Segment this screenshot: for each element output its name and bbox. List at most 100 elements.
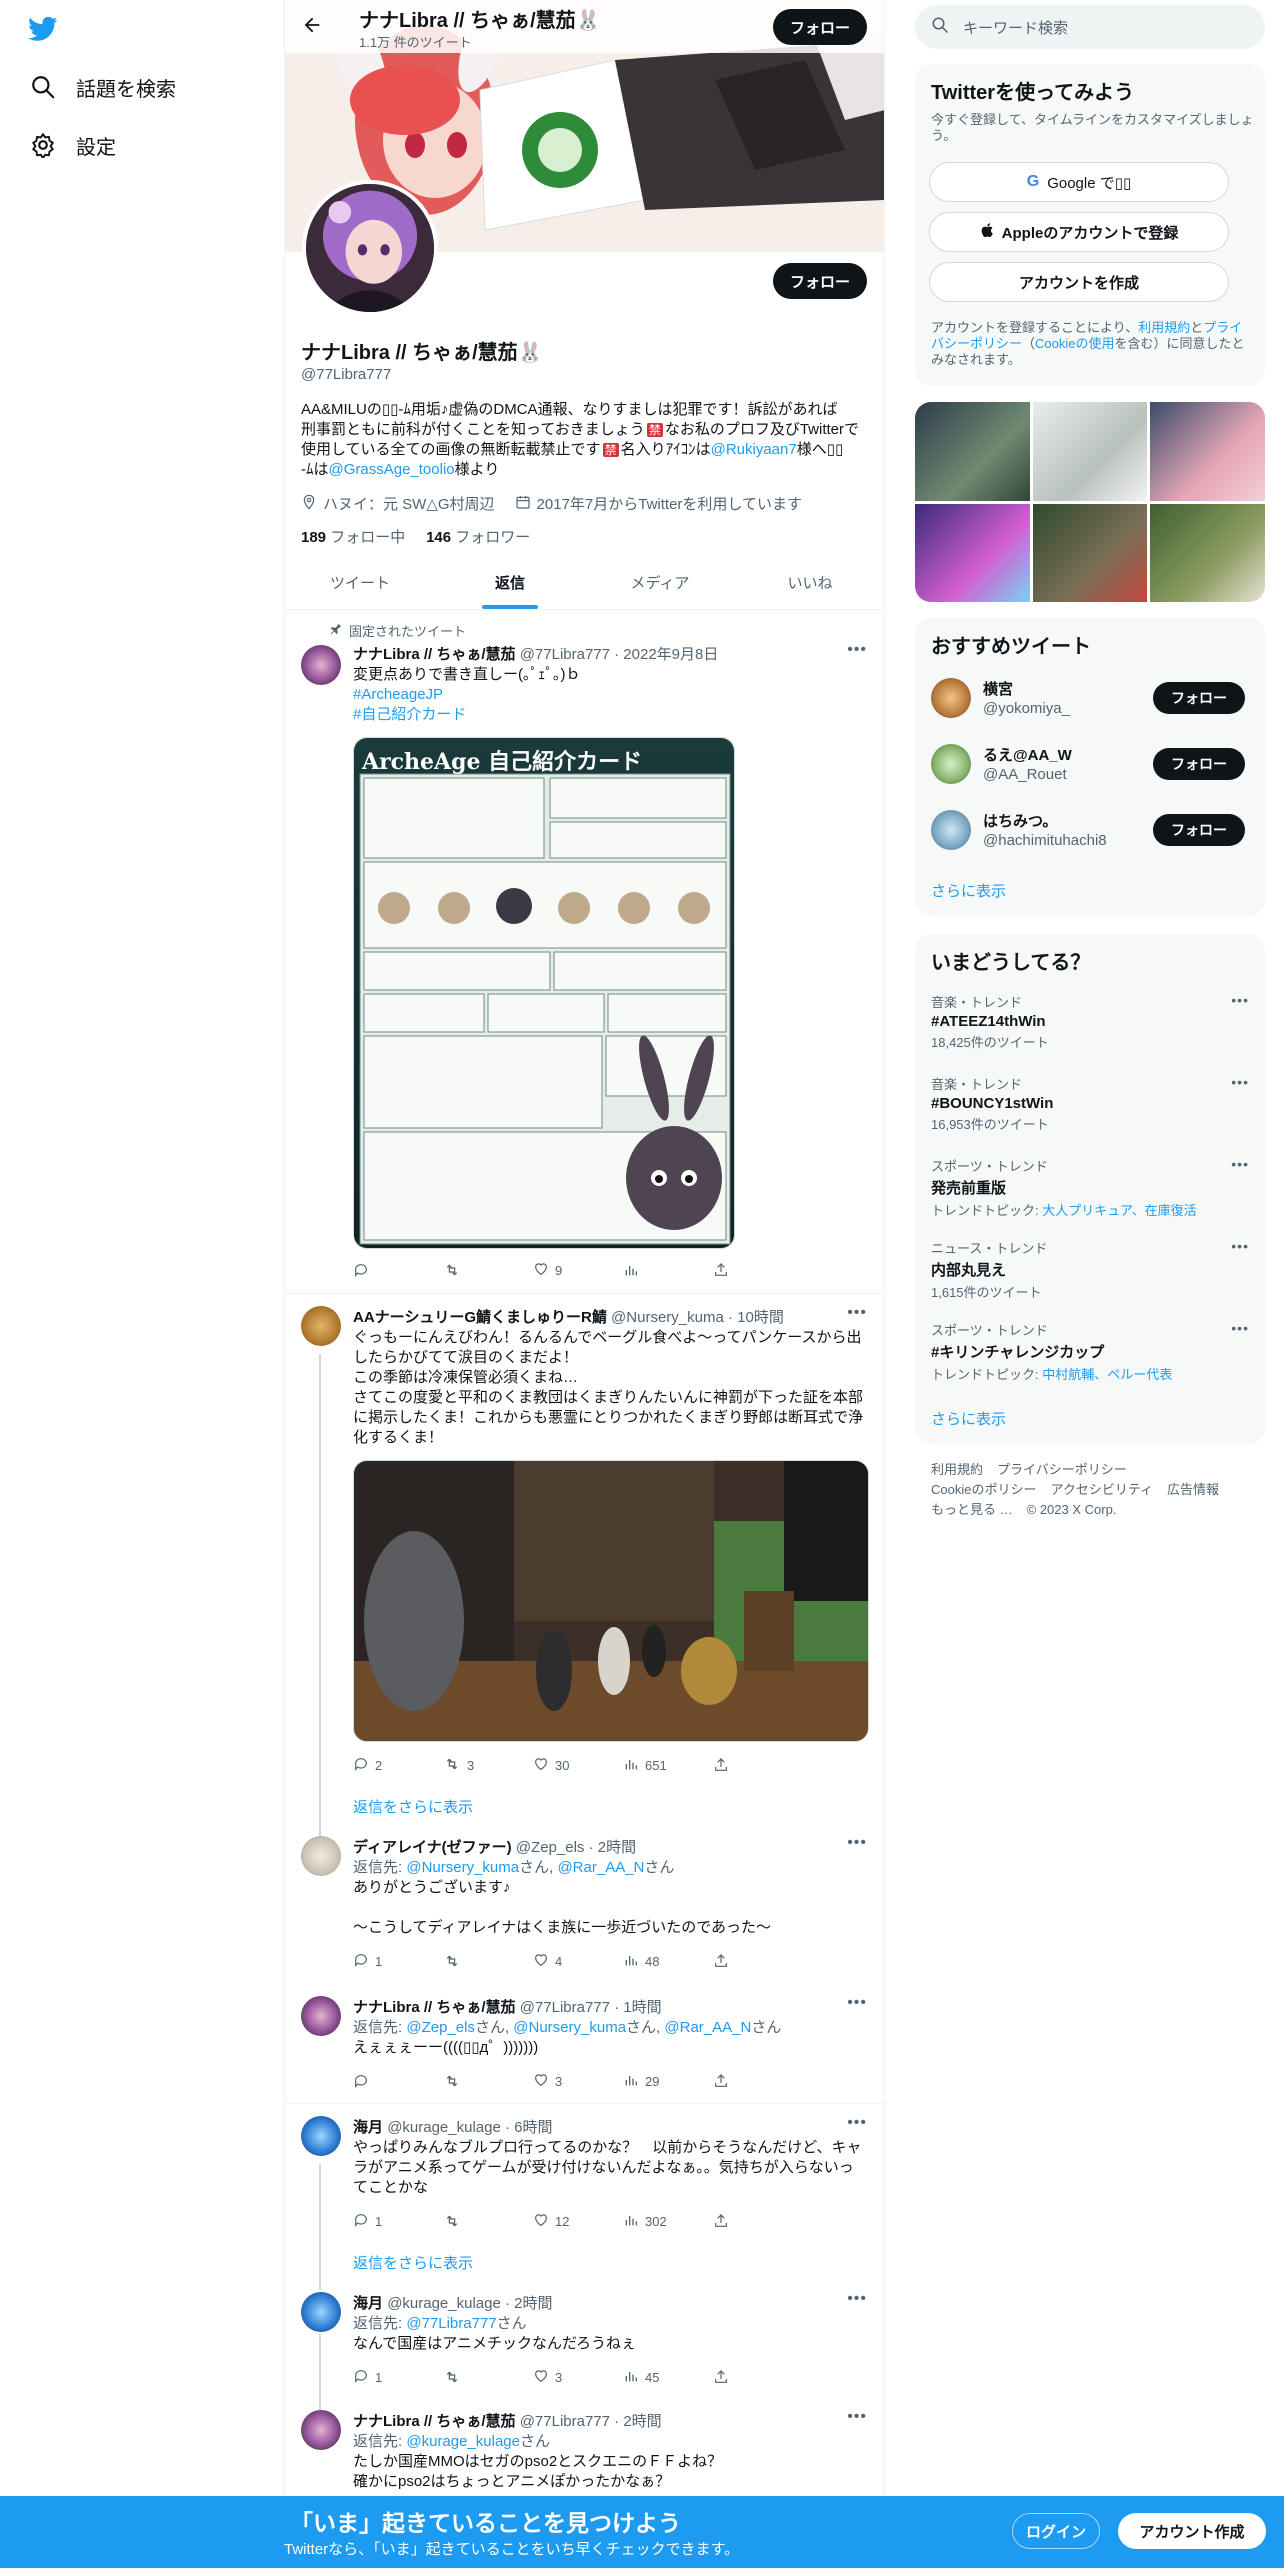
media-thumb[interactable] xyxy=(915,503,1030,602)
trend-item[interactable]: スポーツ・トレンド 発売前重版 トレンドトピック: 大人プリキュア、在庫復活 •… xyxy=(931,1156,1249,1219)
tweet-libra-reply-2[interactable]: ナナLibra // ちゃぁ/慧茄 @77Libra777 · 2時間 ••• … xyxy=(285,2404,884,2504)
more-icon[interactable]: ••• xyxy=(847,1994,867,2012)
nav-explore[interactable]: 話題を検索 xyxy=(28,67,176,107)
nav-settings[interactable]: 設定 xyxy=(28,125,116,165)
profile-follow-button[interactable]: フォロー xyxy=(773,263,867,299)
mention-link[interactable]: @Rar_AA_N xyxy=(557,1859,644,1876)
follow-button[interactable]: フォロー xyxy=(1153,814,1245,846)
media-thumb[interactable] xyxy=(1150,402,1265,501)
share-icon[interactable] xyxy=(713,1950,773,1972)
like-button[interactable]: 9 xyxy=(533,1259,593,1281)
avatar[interactable] xyxy=(301,2116,341,2156)
show-more-link[interactable]: さらに表示 xyxy=(931,880,1006,901)
footer-privacy-link[interactable]: プライバシーポリシー xyxy=(997,1462,1127,1477)
reply-button[interactable]: 1 xyxy=(353,2366,413,2388)
more-icon[interactable]: ••• xyxy=(847,2408,867,2426)
tweet-image-card[interactable]: ArcheAge 自己紹介カード xyxy=(353,737,735,1249)
trend-topic-link[interactable]: 中村航輔、ペルー代表 xyxy=(1042,1367,1172,1382)
footer-accessibility-link[interactable]: アクセシビリティ xyxy=(1050,1482,1153,1497)
topbar-follow-button[interactable]: フォロー xyxy=(773,9,867,45)
retweet-icon[interactable] xyxy=(443,2210,503,2232)
views-button[interactable]: 302 xyxy=(623,2210,683,2232)
footer-cookie-link[interactable]: Cookieのポリシー xyxy=(931,1482,1036,1497)
trend-topic-link[interactable]: 大人プリキュア、在庫復活 xyxy=(1042,1203,1196,1218)
media-thumb[interactable] xyxy=(1032,402,1148,501)
tweet-kurage[interactable]: 海月 @kurage_kulage · 6時間 ••• やっぱりみんなブルプロ行… xyxy=(285,2104,884,2286)
trends-show-more-link[interactable]: さらに表示 xyxy=(931,1408,1006,1429)
more-icon[interactable]: ••• xyxy=(1231,992,1249,1008)
reply-button[interactable]: 1 xyxy=(353,1950,413,1972)
share-icon[interactable] xyxy=(713,2070,773,2092)
views-button[interactable]: 29 xyxy=(623,2070,683,2092)
more-icon[interactable]: ••• xyxy=(1231,1074,1249,1090)
avatar[interactable] xyxy=(301,645,341,685)
google-signup-button[interactable]: G Google で▯▯ xyxy=(929,162,1229,202)
views-button[interactable]: 45 xyxy=(623,2366,683,2388)
footer-ads-link[interactable]: 広告情報 xyxy=(1167,1482,1219,1497)
follow-button[interactable]: フォロー xyxy=(1153,682,1245,714)
terms-link[interactable]: 利用規約 xyxy=(1138,320,1190,335)
tweet-zep[interactable]: ディアレイナ(ゼファー) @Zep_els · 2時間 ••• 返信先: @Nu… xyxy=(285,1828,884,1988)
tweet-libra-reply[interactable]: ナナLibra // ちゃぁ/慧茄 @77Libra777 · 1時間 ••• … xyxy=(285,1988,884,2104)
hashtag-link[interactable]: #ArcheageJP xyxy=(353,686,443,703)
mention-link[interactable]: @kurage_kulage xyxy=(406,2433,520,2450)
create-account-button[interactable]: アカウントを作成 xyxy=(929,262,1229,302)
share-icon[interactable] xyxy=(713,1754,773,1776)
views-button[interactable]: 48 xyxy=(623,1950,683,1972)
avatar[interactable] xyxy=(301,1996,341,2036)
trend-item[interactable]: ニュース・トレンド 内部丸見え 1,615件のツイート ••• xyxy=(931,1238,1249,1301)
hashtag-link[interactable]: #自己紹介カード xyxy=(353,706,466,723)
tweet-kurage-reply[interactable]: 海月 @kurage_kulage · 2時間 ••• 返信先: @77Libr… xyxy=(285,2286,884,2404)
views-icon[interactable] xyxy=(623,1259,683,1281)
reply-icon[interactable] xyxy=(353,2070,413,2092)
tab-tweets[interactable]: ツイート xyxy=(285,556,435,609)
reply-icon[interactable] xyxy=(353,1259,413,1281)
reply-button[interactable]: 1 xyxy=(353,2210,413,2232)
more-icon[interactable]: ••• xyxy=(1231,1320,1249,1336)
more-icon[interactable]: ••• xyxy=(1231,1238,1249,1254)
trend-item[interactable]: スポーツ・トレンド #キリンチャレンジカップ トレンドトピック: 中村航輔、ペル… xyxy=(931,1320,1249,1383)
share-icon[interactable] xyxy=(713,2366,773,2388)
tab-likes[interactable]: いいね xyxy=(735,556,884,609)
mention-link[interactable]: @Rar_AA_N xyxy=(664,2019,751,2036)
signup-button[interactable]: アカウント作成 xyxy=(1118,2513,1266,2549)
retweet-icon[interactable] xyxy=(443,1950,503,1972)
more-icon[interactable]: ••• xyxy=(847,2114,867,2132)
footer-more-link[interactable]: もっと見る … xyxy=(931,1502,1013,1517)
tweet-image[interactable] xyxy=(353,1460,869,1742)
mention-link[interactable]: @Zep_els xyxy=(406,2019,475,2036)
like-button[interactable]: 3 xyxy=(533,2070,593,2092)
retweet-button[interactable]: 3 xyxy=(443,1754,503,1776)
more-icon[interactable]: ••• xyxy=(847,1834,867,1852)
more-icon[interactable]: ••• xyxy=(847,641,867,659)
media-thumb[interactable] xyxy=(1032,503,1148,602)
trend-item[interactable]: 音楽・トレンド #ATEEZ14thWin 18,425件のツイート ••• xyxy=(931,992,1249,1051)
tab-media[interactable]: メディア xyxy=(585,556,735,609)
avatar[interactable] xyxy=(301,1836,341,1876)
search-box[interactable]: キーワード検索 xyxy=(915,5,1265,49)
apple-signup-button[interactable]: Appleのアカウントで登録 xyxy=(929,212,1229,252)
mention-link[interactable]: @77Libra777 xyxy=(406,2315,496,2332)
mention-link[interactable]: @Nursery_kuma xyxy=(406,1859,519,1876)
share-icon[interactable] xyxy=(713,2210,773,2232)
following-link[interactable]: 189 フォロー中 xyxy=(301,529,405,546)
avatar[interactable] xyxy=(301,2410,341,2450)
avatar[interactable] xyxy=(301,2292,341,2332)
tweet-pinned[interactable]: 固定されたツイート ナナLibra // ちゃぁ/慧茄 @77Libra777 … xyxy=(285,611,884,1293)
views-button[interactable]: 651 xyxy=(623,1754,683,1776)
cookie-link[interactable]: Cookieの使用 xyxy=(1035,336,1114,351)
recommended-user[interactable]: るえ@AA_W @AA_Rouet フォロー xyxy=(931,740,1261,788)
followers-link[interactable]: 146 フォロワー xyxy=(426,529,530,546)
follow-button[interactable]: フォロー xyxy=(1153,748,1245,780)
back-arrow-icon[interactable] xyxy=(301,14,325,38)
mention-link[interactable]: @Nursery_kuma xyxy=(513,2019,626,2036)
recommended-user[interactable]: 横宮 @yokomiya_ フォロー xyxy=(931,674,1261,722)
login-button[interactable]: ログイン xyxy=(1012,2513,1100,2549)
show-more-replies-link[interactable]: 返信をさらに表示 xyxy=(353,1796,473,1817)
more-icon[interactable]: ••• xyxy=(847,1304,867,1322)
retweet-icon[interactable] xyxy=(443,2366,503,2388)
show-more-replies-link[interactable]: 返信をさらに表示 xyxy=(353,2252,473,2273)
more-icon[interactable]: ••• xyxy=(1231,1156,1249,1172)
reply-button[interactable]: 2 xyxy=(353,1754,413,1776)
avatar[interactable] xyxy=(301,1306,341,1346)
